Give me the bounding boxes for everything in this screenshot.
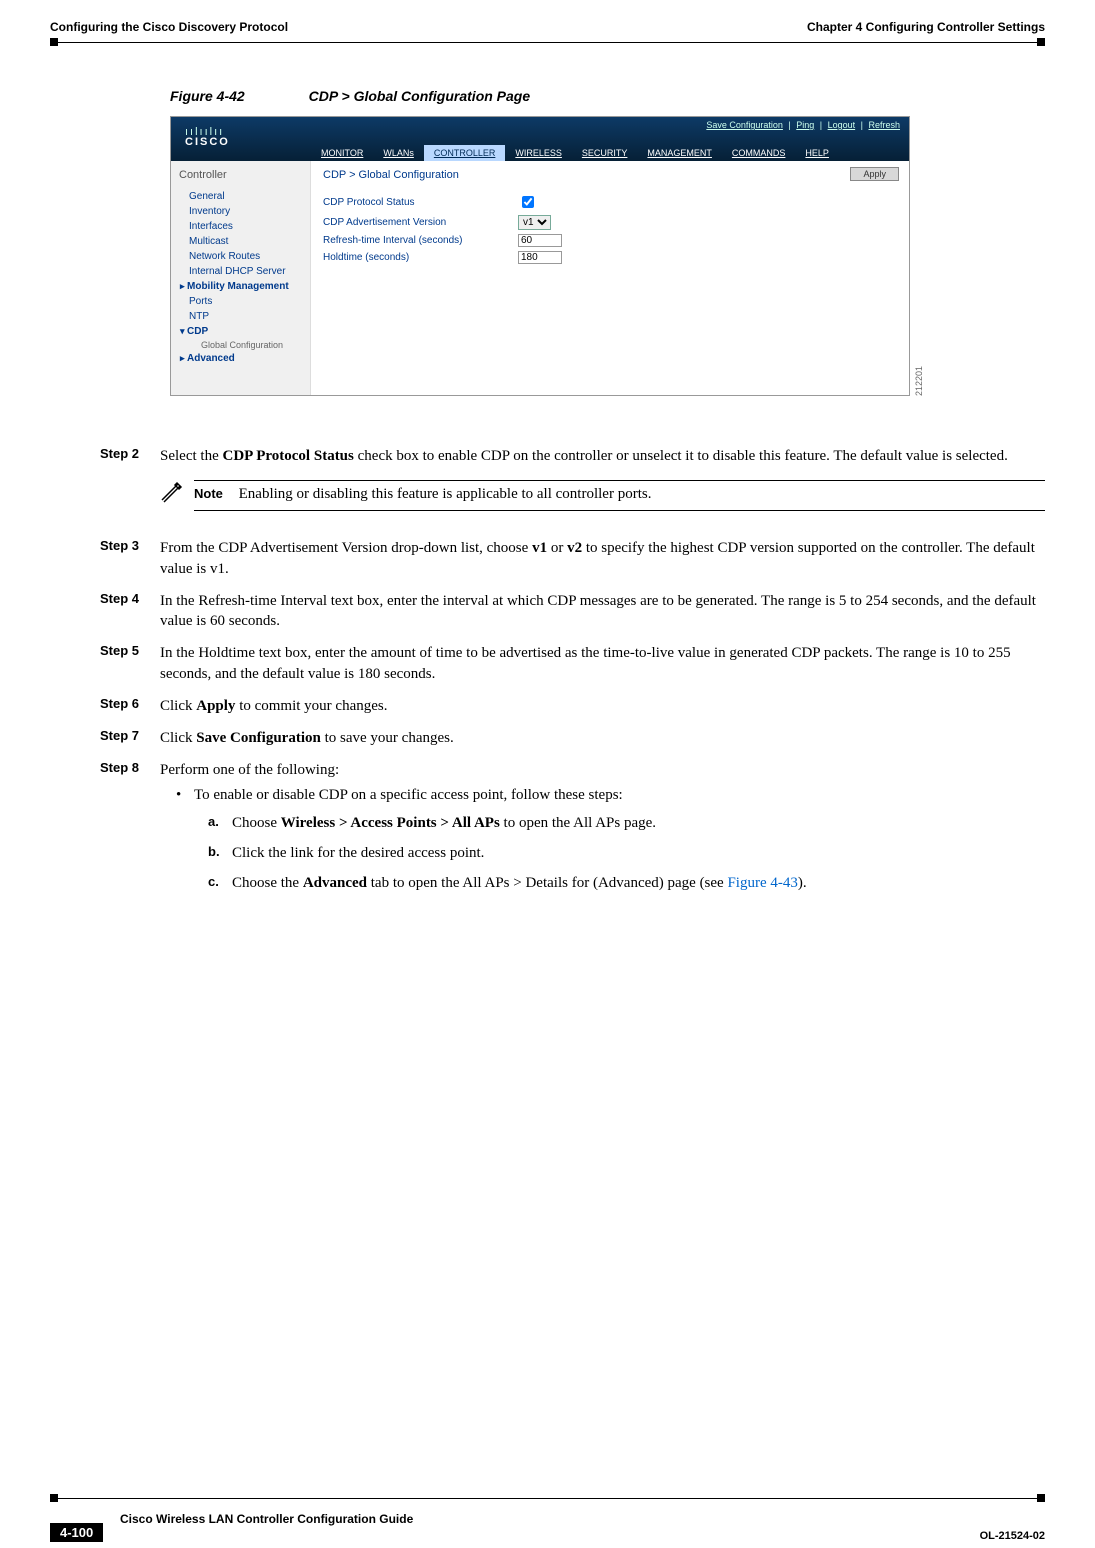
step-5: Step 5 In the Holdtime text box, enter t… (170, 643, 1045, 684)
step-8a: a. Choose Wireless > Access Points > All… (208, 813, 1045, 833)
label-holdtime: Holdtime (seconds) (323, 252, 518, 263)
tab-monitor[interactable]: MONITOR (311, 145, 373, 161)
app-header: ıılıılıı CISCO MONITOR WLANs CONTROLLER … (171, 117, 909, 161)
sidebar-item-general[interactable]: General (179, 189, 310, 204)
page-footer: Cisco Wireless LAN Controller Configurat… (50, 1494, 1045, 1528)
note-text: Enabling or disabling this feature is ap… (239, 486, 652, 502)
cisco-logo: ıılıılıı CISCO (171, 124, 311, 154)
step-7-body: Click Save Configuration to save your ch… (160, 728, 1045, 748)
chapter-title: Chapter 4 Configuring Controller Setting… (807, 20, 1045, 34)
tab-security[interactable]: SECURITY (572, 145, 638, 161)
step-6: Step 6 Click Apply to commit your change… (170, 696, 1045, 716)
figure-title: CDP > Global Configuration Page (309, 88, 531, 104)
step-8c: c. Choose the Advanced tab to open the A… (208, 873, 1045, 893)
tab-controller[interactable]: CONTROLLER (424, 145, 506, 161)
label-cdp-status: CDP Protocol Status (323, 197, 518, 208)
image-id: 212201 (914, 366, 924, 396)
figure-link[interactable]: Figure 4-43 (727, 875, 797, 891)
checkbox-cdp-status[interactable] (522, 196, 534, 208)
note-icon (160, 480, 184, 512)
screenshot-cdp-global: ıılıılıı CISCO MONITOR WLANs CONTROLLER … (170, 116, 910, 396)
input-refresh[interactable] (518, 234, 562, 247)
tab-commands[interactable]: COMMANDS (722, 145, 796, 161)
step-8-bullet: To enable or disable CDP on a specific a… (194, 785, 623, 805)
main-pane: CDP > Global Configuration Apply CDP Pro… (311, 161, 909, 395)
running-header: Configuring the Cisco Discovery Protocol… (50, 20, 1045, 34)
tab-wlans[interactable]: WLANs (373, 145, 424, 161)
step-6-body: Click Apply to commit your changes. (160, 696, 1045, 716)
label-adv-version: CDP Advertisement Version (323, 217, 518, 228)
link-save-config[interactable]: Save Configuration (706, 120, 783, 130)
input-holdtime[interactable] (518, 251, 562, 264)
label-refresh: Refresh-time Interval (seconds) (323, 235, 518, 246)
sidebar-item-interfaces[interactable]: Interfaces (179, 219, 310, 234)
apply-button[interactable]: Apply (850, 167, 899, 181)
sidebar-item-mobility[interactable]: ▸Mobility Management (179, 279, 310, 294)
step-7: Step 7 Click Save Configuration to save … (170, 728, 1045, 748)
step-7-label: Step 7 (100, 728, 160, 748)
step-4: Step 4 In the Refresh-time Interval text… (170, 591, 1045, 632)
step-8b: b. Click the link for the desired access… (208, 843, 1045, 863)
step-2: Step 2 Select the CDP Protocol Status ch… (170, 446, 1045, 526)
select-adv-version[interactable]: v1 (518, 215, 551, 230)
link-logout[interactable]: Logout (828, 120, 856, 130)
link-refresh[interactable]: Refresh (868, 120, 900, 130)
step-2-label: Step 2 (100, 446, 160, 526)
sidebar-item-advanced[interactable]: ▸Advanced (179, 351, 310, 366)
sidebar-title: Controller (179, 169, 310, 181)
step-6-label: Step 6 (100, 696, 160, 716)
sidebar-item-cdp[interactable]: ▾CDP (179, 324, 310, 339)
step-2-body: Select the CDP Protocol Status check box… (160, 446, 1045, 526)
note-block: Note Enabling or disabling this feature … (160, 480, 1045, 512)
step-8-label: Step 8 (100, 760, 160, 903)
tab-wireless[interactable]: WIRELESS (505, 145, 572, 161)
sidebar: Controller General Inventory Interfaces … (171, 161, 311, 395)
note-label: Note (194, 486, 223, 501)
step-8: Step 8 Perform one of the following: • T… (170, 760, 1045, 903)
sidebar-item-ports[interactable]: Ports (179, 294, 310, 309)
step-4-label: Step 4 (100, 591, 160, 632)
step-5-body: In the Holdtime text box, enter the amou… (160, 643, 1045, 684)
step-5-label: Step 5 (100, 643, 160, 684)
sidebar-item-dhcp[interactable]: Internal DHCP Server (179, 264, 310, 279)
main-tabs: MONITOR WLANs CONTROLLER WIRELESS SECURI… (311, 141, 839, 161)
footer-guide: Cisco Wireless LAN Controller Configurat… (120, 1512, 413, 1526)
step-4-body: In the Refresh-time Interval text box, e… (160, 591, 1045, 632)
sidebar-item-multicast[interactable]: Multicast (179, 234, 310, 249)
step-3-label: Step 3 (100, 538, 160, 579)
sidebar-item-network-routes[interactable]: Network Routes (179, 249, 310, 264)
step-3-body: From the CDP Advertisement Version drop-… (160, 538, 1045, 579)
sidebar-item-inventory[interactable]: Inventory (179, 204, 310, 219)
footer-doc-id: OL-21524-02 (980, 1530, 1045, 1542)
tab-management[interactable]: MANAGEMENT (637, 145, 722, 161)
step-3: Step 3 From the CDP Advertisement Versio… (170, 538, 1045, 579)
section-title: Configuring the Cisco Discovery Protocol (50, 20, 288, 34)
sidebar-item-ntp[interactable]: NTP (179, 309, 310, 324)
bullet-icon: • (176, 785, 194, 805)
sidebar-item-cdp-global[interactable]: Global Configuration (179, 339, 310, 351)
top-links: Save Configuration | Ping | Logout | Ref… (703, 120, 903, 130)
step-8-body: Perform one of the following: • To enabl… (160, 760, 1045, 903)
breadcrumb: CDP > Global Configuration (323, 169, 897, 181)
figure-caption: Figure 4-42 CDP > Global Configuration P… (170, 88, 1045, 104)
header-rule (50, 38, 1045, 48)
page-number: 4-100 (50, 1523, 103, 1542)
link-ping[interactable]: Ping (796, 120, 814, 130)
figure-number: Figure 4-42 (170, 88, 245, 104)
tab-help[interactable]: HELP (795, 145, 839, 161)
